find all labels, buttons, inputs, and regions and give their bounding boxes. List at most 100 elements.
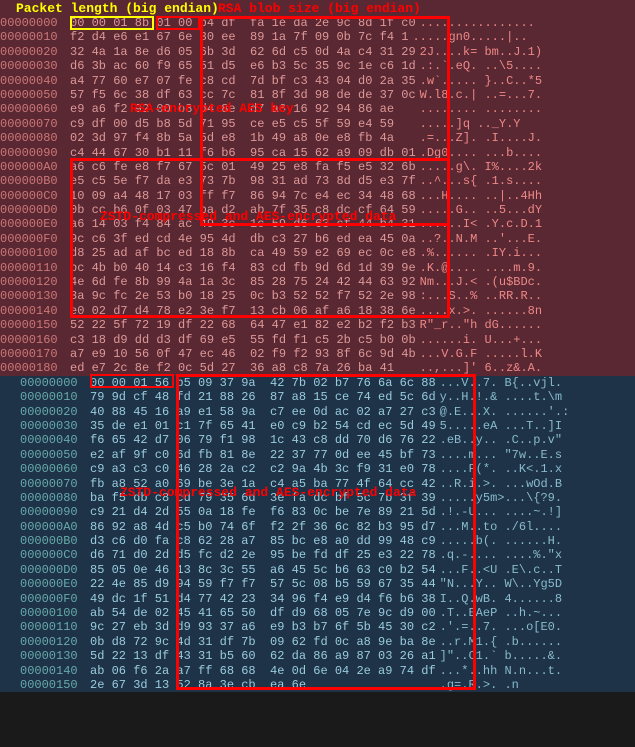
offset: 000000F0 <box>0 232 70 246</box>
ascii: .=...Z]. .I....J. <box>416 131 542 145</box>
hex-row: 00000060c9 a3 c3 c0 46 28 2a c2 c2 9a 4b… <box>20 462 635 476</box>
hex-bytes: 85 05 0e 46 13 8c 3c 55 a6 45 5c b6 63 c… <box>90 563 436 577</box>
hex-bytes: a6 c6 fe e8 f7 67 5c 01 49 25 e8 fa f5 e… <box>70 160 416 174</box>
offset: 000000E0 <box>20 577 90 591</box>
hex-row: 0000015052 22 5f 72 19 df 22 68 64 47 e1… <box>0 318 635 332</box>
offset: 00000050 <box>0 88 70 102</box>
ascii: ..^...s{ .1.s.... <box>416 174 542 188</box>
offset: 000000D0 <box>20 563 90 577</box>
hex-row: 000001200b d8 72 9c 4d 31 df 7b 09 62 fd… <box>20 635 635 649</box>
hex-row: 000001305d 22 13 df 43 31 b5 60 62 da 86… <box>20 649 635 663</box>
hex-bytes: e2 af 9f c0 6d fb 81 8e 22 37 77 0d ee 4… <box>90 448 436 462</box>
hex-bytes: 0b d8 72 9c 4d 31 df 7b 09 62 fd 0c a8 9… <box>90 635 436 649</box>
hex-row: 00000070fb a8 52 a0 69 be 3e 1a c4 a5 ba… <box>20 477 635 491</box>
offset: 00000080 <box>0 131 70 145</box>
ascii: W.l8.c.| ..=...7. <box>416 88 542 102</box>
offset: 000000C0 <box>20 548 90 562</box>
hex-bytes: c9 df 00 d5 b8 5d 71 95 ce e5 c5 5f 59 e… <box>70 117 416 131</box>
offset: 00000100 <box>0 246 70 260</box>
ascii: ......I< .Y.c.D.1 <box>416 217 542 231</box>
offset: 00000050 <box>20 448 90 462</box>
hex-row: 00000040f6 65 42 d7 06 79 f1 98 1c 43 c8… <box>20 433 635 447</box>
hex-row: 00000170a7 e9 10 56 0f 47 ec 46 02 f9 f2… <box>0 347 635 361</box>
offset: 00000090 <box>20 505 90 519</box>
hex-bytes: e0 02 d7 d4 78 e2 3e f7 13 cb 06 af a6 1… <box>70 304 416 318</box>
ascii: .w`..... }..C..*5 <box>416 74 542 88</box>
hex-bytes: fb a8 52 a0 69 be 3e 1a c4 a5 ba 77 4f 6… <box>90 477 436 491</box>
offset: 00000090 <box>0 146 70 160</box>
ascii: ..r.M1.{ .b...... <box>436 635 562 649</box>
hex-bytes: 35 de e1 01 c1 7f 65 41 e0 c9 b2 54 cd e… <box>90 419 436 433</box>
hex-bytes: c9 a3 c3 c0 46 28 2a c2 c2 9a 4b 3c f9 3… <box>90 462 436 476</box>
ascii: ......i. U...+... <box>416 333 542 347</box>
ascii: ...H.... ..|..4Hh <box>416 189 542 203</box>
hex-bytes: 40 88 45 16 a9 e1 58 9a c7 ee 0d ac 02 a… <box>90 405 436 419</box>
ascii: ...*..hh N.n...t. <box>436 664 562 678</box>
hex-row: 000000E0a6 14 03 f4 84 ac 49 3c 1c 59 d6… <box>0 217 635 231</box>
hex-row: 000000A0a6 c6 fe e8 f7 67 5c 01 49 25 e8… <box>0 160 635 174</box>
hex-row: 00000160c3 18 d9 dd d3 df 69 e5 55 fd f1… <box>0 333 635 347</box>
offset: 00000010 <box>0 30 70 44</box>
ascii: ...V..7. B{..vjl. <box>436 376 562 390</box>
ascii: ..?..N.M ..'...E. <box>416 232 542 246</box>
hex-row: 000000B0d3 c6 d0 fa c8 62 28 a7 85 bc e8… <box>20 534 635 548</box>
ascii: Nm...J.< .(u$BDc. <box>416 275 542 289</box>
hex-bytes: 49 dc 1f 51 d4 77 42 23 34 96 f4 e9 d4 f… <box>90 592 436 606</box>
ascii: "N...Y.. W\..Yg5D <box>436 577 562 591</box>
ascii: ...V.G.F .....l.K <box>416 347 542 361</box>
ascii: y..H.!.& ....t.\m <box>436 390 562 404</box>
hex-bytes: 22 4e 85 d9 94 59 f7 f7 57 5c 08 b5 59 6… <box>90 577 436 591</box>
hex-row: 00000100d8 25 ad af bc ed 18 8b ca 49 59… <box>0 246 635 260</box>
ascii: ....x.>. ......8n <box>416 304 542 318</box>
ascii: 5.....eA ...T..]I <box>436 419 562 433</box>
ascii: ................ <box>416 16 535 30</box>
hex-row: 0000000000 00 01 56 b5 09 37 9a 42 7b 02… <box>20 376 635 390</box>
hex-bytes: ba f5 db c8 cd 79 35 6d 3e fa dc bf 5c 7… <box>90 491 436 505</box>
ascii: 2J....k= bm..J.1) <box>416 45 542 59</box>
ascii: ]"..C1.` b.....&. <box>436 649 562 663</box>
hex-row: 000000A086 92 a8 4d c5 b0 74 6f f2 2f 36… <box>20 520 635 534</box>
offset: 00000140 <box>20 664 90 678</box>
offset: 00000110 <box>0 261 70 275</box>
hexdump-section-2: 0000000000 00 01 56 b5 09 37 9a 42 7b 02… <box>0 376 635 693</box>
offset: 00000130 <box>20 649 90 663</box>
offset: 00000040 <box>20 433 90 447</box>
hex-row: 000001502e 67 3d 13 52 8a 3e cb ea 6e .g… <box>20 678 635 692</box>
hex-row: 000000E022 4e 85 d9 94 59 f7 f7 57 5c 08… <box>20 577 635 591</box>
hex-row: 0000005057 f5 6c 38 df 63 cc 7c 81 8f 3d… <box>0 88 635 102</box>
ascii: .g=.R.>. .n <box>436 678 519 692</box>
offset: 00000030 <box>0 59 70 73</box>
offset: 00000070 <box>0 117 70 131</box>
hex-bytes: 3a 9c fc 2e 53 b0 18 25 0c b3 52 52 f7 5… <box>70 289 416 303</box>
ascii: .q.-.... ....%."x <box>436 548 562 562</box>
ascii: .T..EAeP ..h.~... <box>436 606 562 620</box>
offset: 00000040 <box>0 74 70 88</box>
ascii: ....m... "7w..E.s <box>436 448 562 462</box>
hex-bytes: 9c c6 3f ed cd 4e 95 4d db c3 27 b6 ed e… <box>70 232 416 246</box>
hex-bytes: 10 09 a4 48 17 03 ff f7 86 94 7c e4 ec 3… <box>70 189 416 203</box>
hex-bytes: ed e7 2c 8e f2 0c 5d 27 36 a8 c8 7a 26 b… <box>70 361 416 375</box>
ascii: .....b(. ......H. <box>436 534 562 548</box>
ascii: .'.=..7. ...o[E0. <box>436 620 562 634</box>
offset: 00000140 <box>0 304 70 318</box>
hex-bytes: 00 00 01 8b 01 00 b4 df fa 1e da 2e 9c 8… <box>70 16 416 30</box>
hexdump-section-1: 0000000000 00 01 8b 01 00 b4 df fa 1e da… <box>0 0 635 376</box>
offset: 00000120 <box>20 635 90 649</box>
hex-bytes: d6 71 d0 2d d5 fc d2 2e 95 be fd df 25 e… <box>90 548 436 562</box>
offset: 00000170 <box>0 347 70 361</box>
hex-row: 000000C0d6 71 d0 2d d5 fc d2 2e 95 be fd… <box>20 548 635 562</box>
hex-row: 0000001079 9d cf 48 fd 21 88 26 87 a8 15… <box>20 390 635 404</box>
hex-row: 000001303a 9c fc 2e 53 b0 18 25 0c b3 52… <box>0 289 635 303</box>
offset: 00000080 <box>20 491 90 505</box>
offset: 000000B0 <box>20 534 90 548</box>
hex-bytes: 02 3d 97 f4 8b 5a 5d e8 1b 49 a8 0e e8 f… <box>70 131 416 145</box>
hex-bytes: d6 3b ac 60 f9 65 51 d5 e6 b3 5c 35 9c 1… <box>70 59 416 73</box>
hex-row: 000000D00b cc b6 0f 03 47 ba d2 ab 7f 35… <box>0 203 635 217</box>
offset: 00000150 <box>20 678 90 692</box>
hex-bytes: 4e 6d fe 8b 99 4a 1a 3c 85 28 75 24 42 4… <box>70 275 416 289</box>
hex-row: 00000100ab 54 de 02 45 41 65 50 df d9 68… <box>20 606 635 620</box>
hex-row: 0000002040 88 45 16 a9 e1 58 9a c7 ee 0d… <box>20 405 635 419</box>
hex-bytes: bc 4b b0 40 14 c3 16 f4 83 cd fb 9d 6d 1… <box>70 261 416 275</box>
ascii: .....y5m>...\{?9. <box>436 491 562 505</box>
offset: 00000000 <box>20 376 90 390</box>
